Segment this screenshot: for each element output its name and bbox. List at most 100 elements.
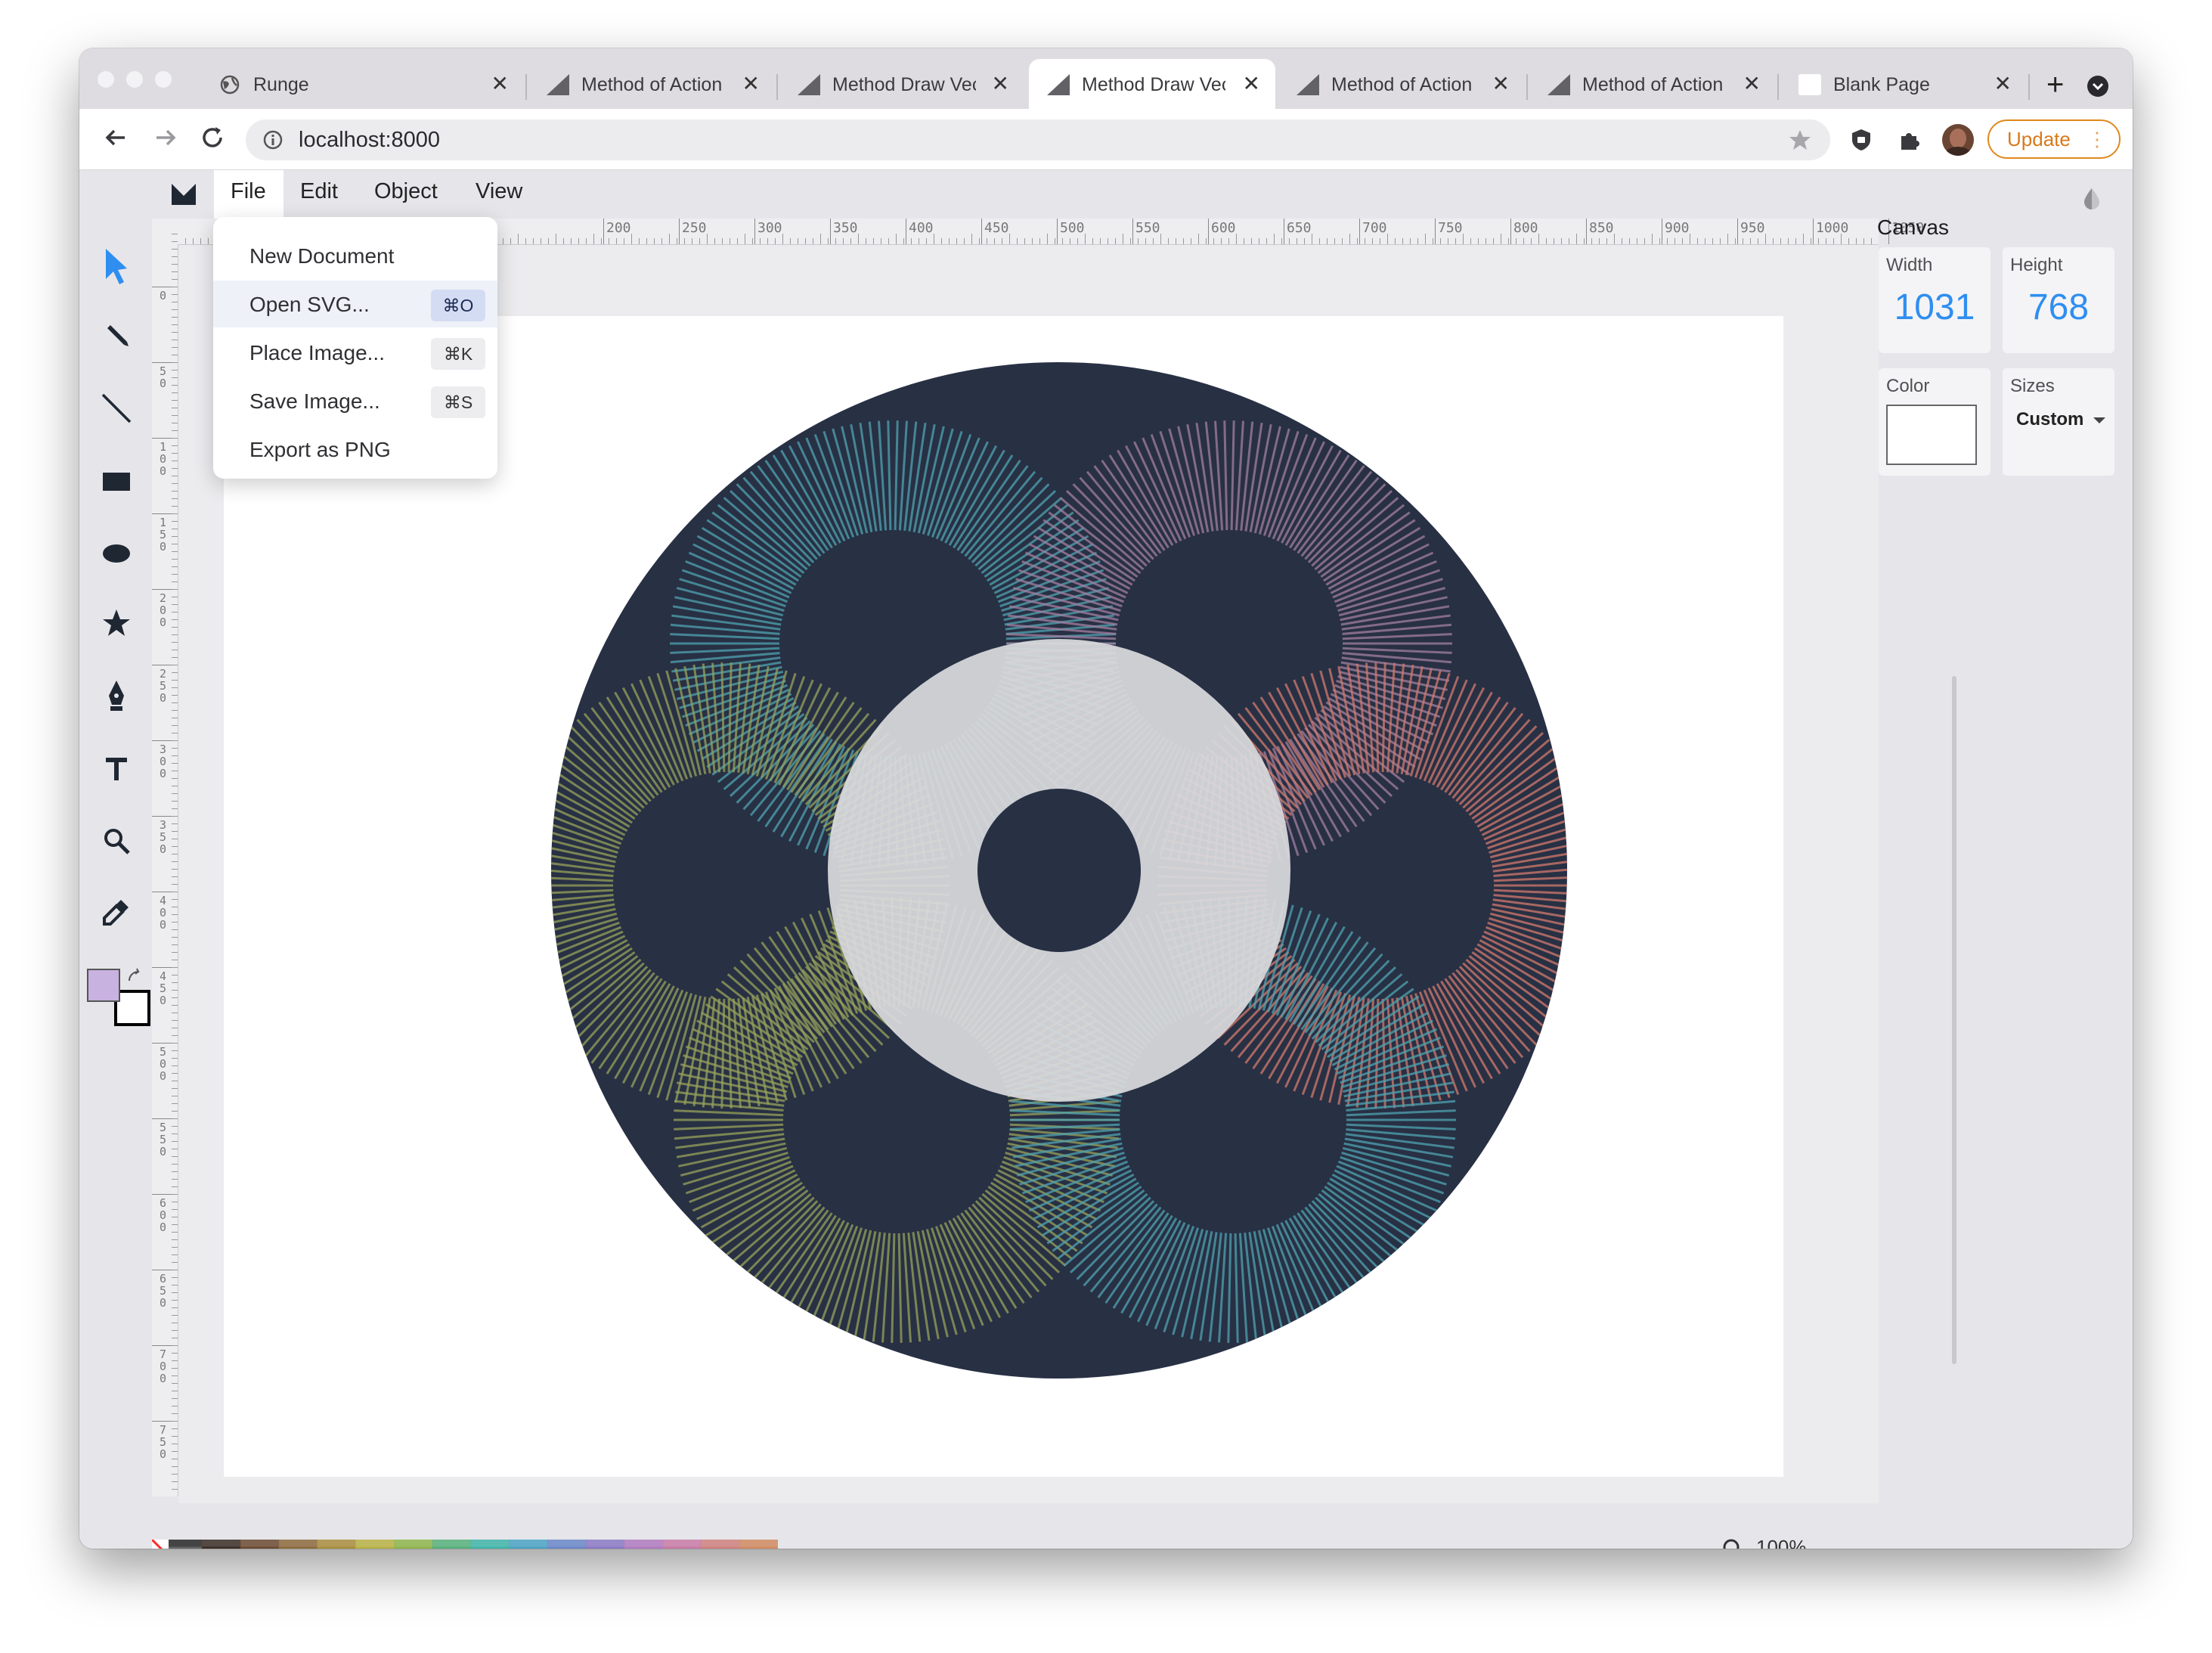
palette-swatch[interactable]: [240, 1540, 280, 1547]
star-tool-button[interactable]: [98, 604, 135, 642]
close-icon[interactable]: ✕: [491, 71, 509, 96]
pencil-tool-button[interactable]: [98, 317, 135, 355]
ruler-minor-tick: [1576, 234, 1577, 244]
zoom-level[interactable]: 100%: [1756, 1536, 1807, 1549]
swap-colors-icon[interactable]: [126, 967, 144, 985]
close-icon[interactable]: ✕: [992, 71, 1009, 96]
palette-swatch[interactable]: [169, 1540, 202, 1547]
close-window-button[interactable]: [98, 71, 114, 88]
close-icon[interactable]: ✕: [1243, 71, 1260, 96]
palette-swatch[interactable]: [624, 1546, 664, 1549]
sizes-select[interactable]: Custom: [2016, 409, 2083, 430]
rectangle-tool-button[interactable]: [98, 462, 135, 500]
height-value[interactable]: 768: [2003, 287, 2114, 328]
palette-swatch[interactable]: [394, 1546, 433, 1549]
tab-blank-page[interactable]: Blank Page ✕: [1780, 59, 2027, 109]
width-value[interactable]: 1031: [1879, 287, 1990, 328]
text-tool-button[interactable]: [98, 749, 135, 787]
bookmark-star-icon[interactable]: [1788, 129, 1812, 151]
info-icon[interactable]: [262, 129, 283, 150]
update-button[interactable]: Update ⋮: [1987, 119, 2121, 159]
reload-button[interactable]: [197, 123, 228, 159]
palette-swatch[interactable]: [701, 1540, 740, 1547]
close-icon[interactable]: ✕: [1743, 71, 1761, 96]
palette-swatch[interactable]: [394, 1540, 433, 1547]
tab-method-of-action-2[interactable]: Method of Action ✕: [1278, 59, 1525, 109]
tab-method-draw-1[interactable]: Method Draw Vec ✕: [779, 59, 1024, 109]
palette-swatch[interactable]: [662, 1540, 702, 1547]
palette-swatch[interactable]: [547, 1540, 587, 1547]
palette-swatch[interactable]: [509, 1546, 548, 1549]
artwork[interactable]: [224, 316, 1783, 1477]
artwork-center-hole[interactable]: [977, 789, 1141, 952]
palette-swatch[interactable]: [470, 1546, 510, 1549]
tab-runge[interactable]: Runge ✕: [200, 59, 524, 109]
color-palette[interactable]: [152, 1540, 778, 1549]
palette-swatch[interactable]: [586, 1540, 625, 1547]
menu-item-place-image[interactable]: Place Image... ⌘K: [213, 329, 497, 376]
palette-swatch[interactable]: [547, 1546, 587, 1549]
palette-swatch[interactable]: [169, 1546, 202, 1549]
menu-edit[interactable]: Edit: [300, 179, 338, 204]
palette-swatch[interactable]: [432, 1540, 472, 1547]
palette-swatch[interactable]: [317, 1546, 356, 1549]
close-icon[interactable]: ✕: [1492, 71, 1510, 96]
forward-button[interactable]: [150, 123, 181, 159]
close-icon[interactable]: ✕: [1994, 71, 2012, 96]
palette-swatch[interactable]: [739, 1540, 778, 1547]
palette-swatch[interactable]: [355, 1540, 395, 1547]
new-tab-button[interactable]: +: [2046, 70, 2064, 100]
palette-swatch[interactable]: [470, 1540, 510, 1547]
palette-swatch[interactable]: [202, 1546, 241, 1549]
address-bar[interactable]: localhost:8000: [246, 119, 1830, 160]
canvas-sizes-field[interactable]: Sizes Custom: [2003, 368, 2114, 476]
palette-swatch[interactable]: [739, 1546, 778, 1549]
menu-item-export-png[interactable]: Export as PNG: [213, 426, 497, 473]
minimize-window-button[interactable]: [126, 71, 143, 88]
palette-swatch[interactable]: [202, 1540, 241, 1547]
close-icon[interactable]: ✕: [742, 71, 760, 96]
zoom-window-button[interactable]: [155, 71, 172, 88]
zoom-tool-button[interactable]: [98, 822, 135, 860]
menu-file[interactable]: File: [231, 179, 266, 204]
canvas-color-swatch[interactable]: [1886, 405, 1977, 465]
menu-object[interactable]: Object: [374, 179, 438, 204]
menu-view[interactable]: View: [476, 179, 522, 204]
palette-swatch[interactable]: [624, 1540, 664, 1547]
menu-item-new-document[interactable]: New Document: [213, 232, 497, 279]
eyedropper-tool-button[interactable]: [98, 893, 135, 931]
tab-method-of-action-1[interactable]: Method of Action ✕: [528, 59, 775, 109]
palette-swatch[interactable]: [586, 1546, 625, 1549]
drawing-canvas[interactable]: [224, 316, 1783, 1477]
palette-swatch[interactable]: [662, 1546, 702, 1549]
line-tool-button[interactable]: [98, 389, 135, 427]
menu-item-save-image[interactable]: Save Image... ⌘S: [213, 377, 497, 424]
back-button[interactable]: [101, 123, 131, 159]
fill-color-swatch[interactable]: [87, 969, 120, 1002]
palette-swatch[interactable]: [355, 1546, 395, 1549]
palette-swatch[interactable]: [701, 1546, 740, 1549]
palette-swatch[interactable]: [317, 1540, 356, 1547]
palette-swatch[interactable]: [240, 1546, 280, 1549]
palette-swatch[interactable]: [278, 1546, 318, 1549]
palette-swatch[interactable]: [509, 1540, 548, 1547]
pen-tool-button[interactable]: [98, 677, 135, 715]
palette-swatch[interactable]: [278, 1540, 318, 1547]
canvas-height-field[interactable]: Height 768: [2003, 247, 2114, 353]
menu-item-open-svg[interactable]: Open SVG... ⌘O: [213, 281, 497, 327]
palette-swatch[interactable]: [432, 1546, 472, 1549]
puzzle-extensions-icon[interactable]: [1897, 127, 1922, 153]
tab-search-button[interactable]: [2087, 76, 2108, 97]
avatar[interactable]: [1942, 124, 1974, 156]
ellipse-tool-button[interactable]: [98, 535, 135, 572]
select-tool-button[interactable]: [98, 247, 135, 285]
canvas-width-field[interactable]: Width 1031: [1879, 247, 1990, 353]
theme-drop-icon[interactable]: [2081, 187, 2102, 211]
ruler-tick: [1208, 219, 1209, 244]
canvas-color-field[interactable]: Color: [1879, 368, 1990, 476]
tab-method-draw-active[interactable]: Method Draw Vec ✕: [1029, 59, 1275, 109]
vertical-scrollbar[interactable]: [1952, 676, 1956, 1364]
tab-method-of-action-3[interactable]: Method of Action ✕: [1529, 59, 1776, 109]
shield-extension-icon[interactable]: [1848, 127, 1874, 153]
chevron-down-icon[interactable]: [2092, 415, 2107, 426]
